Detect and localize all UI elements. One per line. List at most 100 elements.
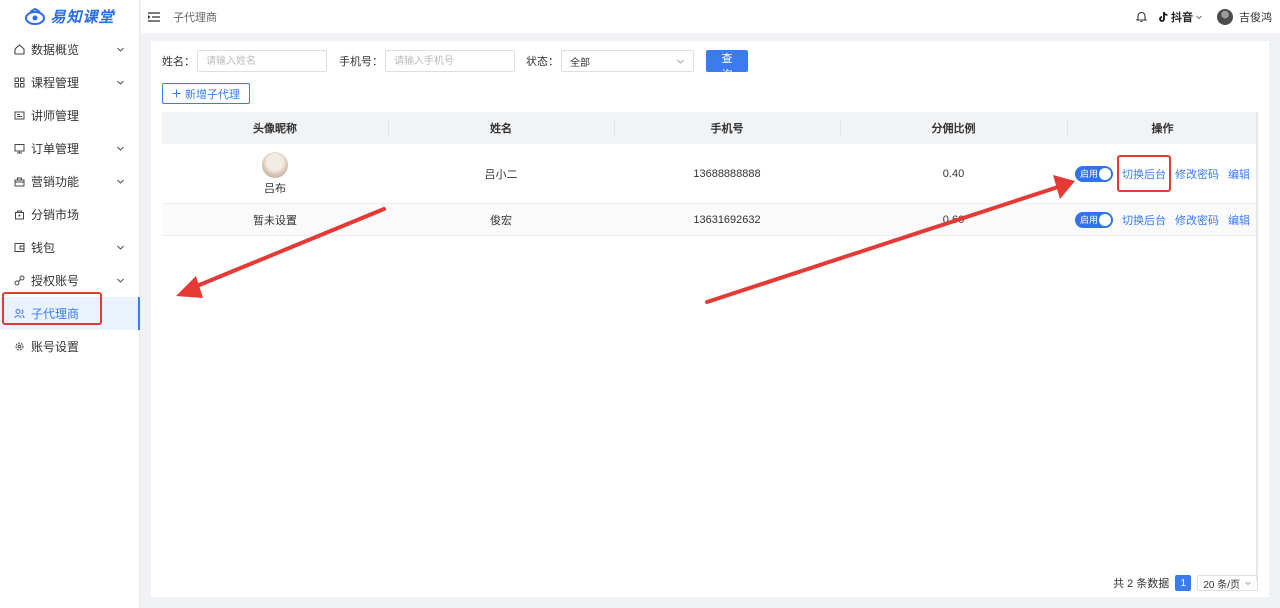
home-icon: [12, 43, 26, 57]
sidebar-item-wallet[interactable]: 钱包: [0, 231, 139, 264]
status-toggle[interactable]: 启用: [1075, 165, 1113, 182]
edit-link[interactable]: 编辑: [1228, 212, 1250, 228]
switch-backend-link[interactable]: 切换后台: [1122, 166, 1166, 182]
header-actions: 抖音 吉俊鸿: [1135, 0, 1272, 33]
toggle-knob: [1099, 167, 1111, 180]
column-header: 姓名: [388, 112, 614, 144]
brand-logo[interactable]: 易知课堂: [0, 0, 139, 33]
sidebar-item-label: 子代理商: [31, 307, 80, 321]
order-icon: [12, 142, 26, 156]
link-icon: [12, 274, 26, 288]
breadcrumb: 子代理商: [173, 11, 217, 24]
sidebar-item-label: 讲师管理: [31, 109, 80, 123]
toggle-knob: [1099, 213, 1111, 226]
chevron-down-icon: [117, 47, 124, 52]
sidebar-item-label: 订单管理: [31, 142, 80, 156]
chevron-down-icon: [117, 146, 124, 151]
sidebar-item-marketing[interactable]: 营销功能: [0, 165, 139, 198]
sidebar: 易知课堂 数据概览 课程管理 讲师管理 订单管理 营销功能 分销市场 钱包 授权…: [0, 0, 140, 608]
gear-icon: [12, 340, 26, 354]
page-size-value: 20 条/页: [1203, 579, 1240, 591]
id-card-icon: [12, 109, 26, 123]
douyin-logo-icon: [1159, 11, 1168, 22]
add-sub-agent-label: 新增子代理: [185, 88, 240, 101]
page-number-button[interactable]: 1: [1175, 575, 1192, 591]
sidebar-item-label: 授权账号: [31, 274, 80, 288]
brand-logo-icon: [25, 7, 46, 25]
chevron-down-icon: [1196, 15, 1202, 19]
chevron-down-icon: [677, 59, 684, 64]
add-sub-agent-button[interactable]: 新增子代理: [162, 83, 250, 104]
sidebar-item-label: 钱包: [31, 241, 56, 255]
gift-icon: [12, 175, 26, 189]
toggle-label: 启用: [1080, 215, 1099, 225]
ratio-cell: 0.40: [942, 167, 965, 180]
nickname-cell: 暂未设置: [253, 214, 297, 227]
column-header: 头像昵称: [253, 123, 297, 135]
wallet-icon: [12, 241, 26, 255]
sidebar-item-sub-agents[interactable]: 子代理商: [0, 297, 140, 330]
sidebar-item-distribution-market[interactable]: 分销市场: [0, 198, 139, 231]
sidebar-item-orders[interactable]: 订单管理: [0, 132, 139, 165]
status-toggle[interactable]: 启用: [1075, 211, 1113, 228]
users-icon: [12, 307, 26, 321]
nickname: 吕布: [264, 182, 286, 195]
vertical-scrollbar[interactable]: [1256, 112, 1258, 582]
name-label: 姓名：: [162, 56, 195, 68]
phone-label: 手机号：: [339, 56, 383, 68]
table-header: 头像昵称 姓名 手机号 分佣比例 操作: [162, 112, 1258, 144]
platform-name: 抖音: [1171, 11, 1193, 24]
user-avatar[interactable]: [1217, 8, 1233, 25]
nickname-cell: 吕布: [162, 144, 388, 203]
phone-cell: 13631692632: [693, 213, 761, 226]
page-size-select[interactable]: 20 条/页: [1197, 575, 1258, 591]
status-select-value: 全部: [570, 57, 590, 69]
ratio-cell: 0.60: [942, 213, 965, 226]
query-button[interactable]: 查 询: [706, 50, 748, 81]
user-name[interactable]: 吉俊鸿: [1239, 9, 1272, 25]
search-form: 姓名： 手机号： 状态： 全部 查 询: [162, 50, 748, 81]
plus-icon: [172, 89, 181, 98]
status-label: 状态：: [526, 56, 559, 68]
change-password-link[interactable]: 修改密码: [1175, 166, 1219, 182]
column-header: 分佣比例: [840, 112, 1067, 144]
chevron-down-icon: [117, 278, 124, 283]
bag-icon: [12, 208, 26, 222]
sidebar-item-account-settings[interactable]: 账号设置: [0, 330, 139, 363]
operations-cell: 启用 切换后台 修改密码 编辑: [1067, 144, 1258, 203]
sidebar-item-label: 数据概览: [31, 43, 80, 57]
toggle-label: 启用: [1080, 169, 1099, 179]
change-password-link[interactable]: 修改密码: [1175, 212, 1219, 228]
name-cell: 吕小二: [484, 168, 518, 181]
table-row: 暂未设置 俊宏 13631692632 0.60 启用 切换后台 修改密码 编辑: [162, 204, 1258, 236]
sidebar-item-teachers[interactable]: 讲师管理: [0, 99, 139, 132]
name-input[interactable]: [197, 50, 327, 72]
grid-icon: [12, 76, 26, 90]
sidebar-item-label: 账号设置: [31, 340, 80, 354]
column-header: 手机号: [614, 112, 840, 144]
chevron-down-icon: [117, 80, 124, 85]
sidebar-item-authorized-accounts[interactable]: 授权账号: [0, 264, 139, 297]
edit-link[interactable]: 编辑: [1228, 166, 1250, 182]
name-cell: 俊宏: [490, 214, 512, 227]
total-count: 共 2 条数据: [1113, 578, 1170, 590]
collapse-menu-icon[interactable]: [147, 10, 161, 24]
sidebar-menu: 数据概览 课程管理 讲师管理 订单管理 营销功能 分销市场 钱包 授权账号 子代…: [0, 33, 140, 363]
top-bar: 子代理商 抖音 吉俊鸿: [141, 0, 1280, 33]
switch-backend-link[interactable]: 切换后台: [1122, 212, 1166, 228]
operations-cell: 启用 切换后台 修改密码 编辑: [1067, 204, 1258, 235]
column-header: 操作: [1067, 112, 1258, 144]
sidebar-item-label: 课程管理: [31, 76, 80, 90]
chevron-down-icon: [117, 245, 124, 250]
phone-input[interactable]: [385, 50, 515, 72]
status-select[interactable]: 全部: [561, 50, 694, 72]
bell-icon[interactable]: [1135, 10, 1148, 23]
sidebar-item-dashboard[interactable]: 数据概览: [0, 33, 139, 66]
chevron-down-icon: [117, 179, 124, 184]
phone-cell: 13688888888: [693, 167, 761, 180]
sidebar-item-courses[interactable]: 课程管理: [0, 66, 139, 99]
platform-switcher[interactable]: 抖音: [1158, 9, 1203, 25]
chevron-down-icon: [1245, 581, 1251, 586]
sidebar-item-label: 营销功能: [31, 175, 80, 189]
sidebar-item-label: 分销市场: [31, 208, 80, 222]
